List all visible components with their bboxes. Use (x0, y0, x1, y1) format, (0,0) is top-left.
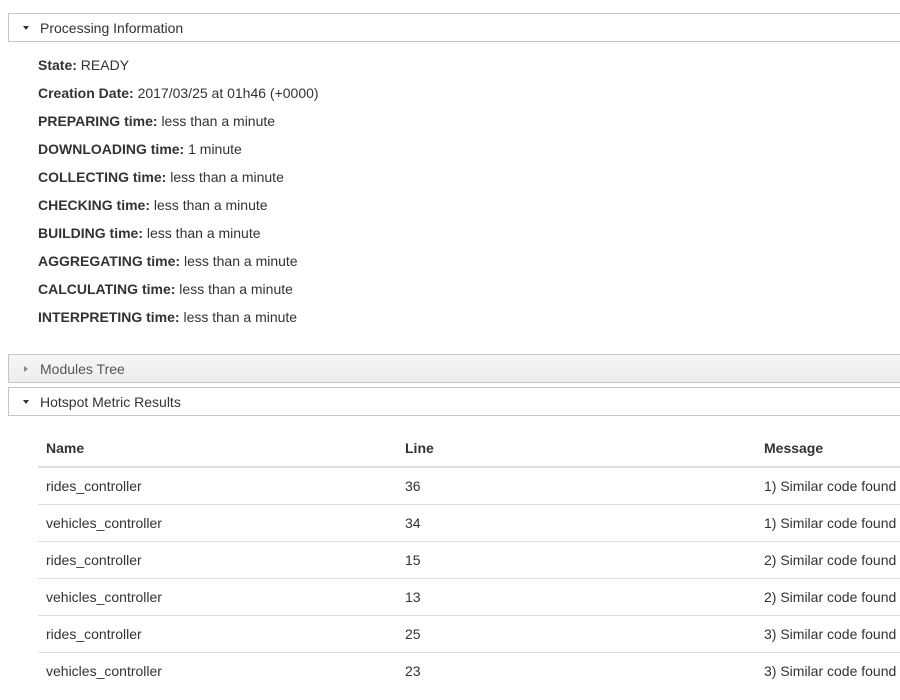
info-label: INTERPRETING time: (38, 309, 180, 325)
caret-right-icon (18, 361, 34, 377)
info-label: DOWNLOADING time: (38, 141, 185, 157)
hotspot-metric-results-header[interactable]: Hotspot Metric Results (8, 387, 900, 416)
cell-message: 1) Similar code found (756, 504, 900, 542)
info-row-collecting: COLLECTING time: less than a minute (38, 168, 319, 196)
modules-tree-header[interactable]: Modules Tree (8, 354, 900, 383)
cell-name: vehicles_controller (38, 578, 397, 616)
cell-line: 25 (397, 615, 756, 653)
info-label: Creation Date: (38, 85, 134, 101)
cell-line: 15 (397, 541, 756, 579)
info-value: less than a minute (170, 169, 284, 185)
info-label: State: (38, 57, 77, 73)
column-header-message[interactable]: Message (756, 430, 900, 468)
info-row-calculating: CALCULATING time: less than a minute (38, 280, 319, 308)
caret-down-icon (18, 394, 34, 410)
cell-name: rides_controller (38, 615, 397, 653)
info-row-building: BUILDING time: less than a minute (38, 224, 319, 252)
info-value: 2017/03/25 at 01h46 (+0000) (137, 85, 319, 101)
table-row: vehicles_controller 13 2) Similar code f… (38, 578, 900, 616)
info-value: 1 minute (188, 141, 242, 157)
info-label: AGGREGATING time: (38, 253, 181, 269)
info-label: CHECKING time: (38, 197, 151, 213)
info-row-preparing: PREPARING time: less than a minute (38, 112, 319, 140)
cell-name: rides_controller (38, 541, 397, 579)
column-header-line[interactable]: Line (397, 430, 756, 468)
cell-message: 3) Similar code found (756, 615, 900, 653)
cell-message: 1) Similar code found (764, 478, 897, 494)
info-label: PREPARING time: (38, 113, 158, 129)
table-row: vehicles_controller 34 1) Similar code f… (38, 504, 900, 542)
info-row-checking: CHECKING time: less than a minute (38, 196, 319, 224)
hotspot-results-table: Name Line Message rides_controller 36 1)… (38, 430, 900, 689)
info-value: less than a minute (161, 113, 276, 129)
info-row-interpreting: INTERPRETING time: less than a minute (38, 308, 319, 336)
info-row-creation-date: Creation Date: 2017/03/25 at 01h46 (+000… (38, 84, 319, 112)
info-label: COLLECTING time: (38, 169, 167, 185)
info-row-aggregating: AGGREGATING time: less than a minute (38, 252, 319, 280)
cell-message: 2) Similar code found (756, 541, 900, 579)
info-value: less than a minute (153, 197, 268, 213)
table-header-row: Name Line Message (38, 430, 900, 468)
panel-title: Modules Tree (40, 360, 125, 377)
cell-message: 2) Similar code found (756, 578, 900, 616)
cell-name: vehicles_controller (38, 504, 397, 542)
column-header-name[interactable]: Name (38, 430, 397, 468)
table-row: rides_controller 15 2) Similar code foun… (38, 541, 900, 579)
info-value: less than a minute (183, 253, 298, 269)
table-row: vehicles_controller 23 3) Similar code f… (38, 652, 900, 689)
info-label: BUILDING time: (38, 225, 143, 241)
cell-line: 34 (397, 504, 756, 542)
processing-information-header[interactable]: Processing Information (8, 13, 900, 42)
panel-title: Hotspot Metric Results (40, 393, 181, 410)
cell-name: rides_controller (46, 478, 142, 494)
info-value: READY (80, 57, 130, 73)
info-value: less than a minute (146, 225, 261, 241)
panel-title: Processing Information (40, 19, 184, 36)
info-label: CALCULATING time: (38, 281, 176, 297)
cell-message: 3) Similar code found (756, 652, 900, 689)
table-row: rides_controller 36 1) Similar code foun… (38, 467, 900, 505)
cell-name: vehicles_controller (38, 652, 397, 689)
info-value: less than a minute (179, 281, 293, 297)
processing-information-list: State: READY Creation Date: 2017/03/25 a… (38, 56, 319, 336)
info-value: less than a minute (183, 309, 298, 325)
table-row: rides_controller 25 3) Similar code foun… (38, 615, 900, 653)
cell-line: 36 (405, 478, 421, 494)
cell-line: 23 (397, 652, 756, 689)
caret-down-icon (18, 20, 34, 36)
info-row-state: State: READY (38, 56, 319, 84)
info-row-downloading: DOWNLOADING time: 1 minute (38, 140, 319, 168)
cell-line: 13 (397, 578, 756, 616)
